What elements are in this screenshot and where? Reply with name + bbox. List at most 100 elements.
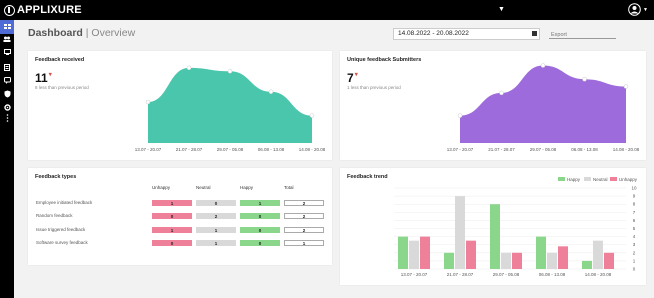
cell-unhappy: 1 — [152, 200, 192, 206]
bar — [604, 252, 614, 269]
x-tick-label: 29.07 - 05.08 — [530, 147, 557, 152]
x-tick-label: 14.08 - 20.08 — [585, 272, 612, 277]
cell-total: 2 — [284, 200, 324, 206]
col-header-happy: Happy — [240, 185, 254, 190]
chat-icon — [3, 76, 11, 84]
bar — [512, 252, 522, 269]
unique-submitters-card: Unique feedback Submitters 7▾ 1 less tha… — [340, 51, 646, 160]
date-range-picker[interactable]: 14.08.2022 - 20.08.2022 — [393, 28, 540, 40]
legend-swatch — [610, 177, 617, 181]
more-icon — [6, 114, 8, 122]
x-tick-label: 29.07 - 05.08 — [493, 272, 520, 277]
x-tick-label: 14.08 - 20.08 — [613, 147, 640, 152]
sidebar-item-reports[interactable] — [0, 60, 14, 74]
cell-unhappy: 0 — [152, 240, 192, 246]
page-title-main: Dashboard — [28, 27, 83, 39]
card-title: Feedback types — [35, 174, 77, 180]
users-icon — [3, 36, 11, 42]
sidebar-item-security[interactable] — [0, 87, 14, 101]
unique-submitters-chart: 13.07 - 20.07 21.07 - 28.07 29.07 - 05.08 0… — [447, 63, 640, 152]
bar — [558, 246, 568, 269]
row-label: Random feedback — [36, 213, 73, 218]
logo-text: APPLIXURE — [17, 4, 82, 16]
bar — [547, 252, 557, 269]
page-title: Dashboard | Overview — [28, 27, 135, 39]
top-bar: APPLIXURE ▼ ▼ — [0, 0, 654, 20]
cell-unhappy: 0 — [152, 213, 192, 219]
cell-total: 2 — [284, 227, 324, 233]
legend-label: Neutral — [593, 177, 608, 182]
cell-happy: 0 — [240, 240, 280, 246]
calendar-icon — [532, 31, 537, 36]
page-title-sub: | Overview — [85, 27, 136, 39]
y-tick-label: 6 — [633, 218, 636, 223]
y-tick-label: 2 — [633, 250, 636, 255]
data-point — [623, 84, 629, 89]
bar — [466, 240, 476, 269]
cell-total: 2 — [284, 213, 324, 219]
legend-label: Happy — [567, 177, 581, 182]
y-tick-label: 5 — [633, 226, 636, 231]
sidebar-more-button[interactable] — [0, 111, 14, 125]
x-tick-label: 21.07 - 28.07 — [176, 147, 203, 152]
bar — [398, 236, 408, 269]
x-tick-label: 21.07 - 28.07 — [447, 272, 474, 277]
x-tick-label: 29.07 - 05.08 — [217, 147, 244, 152]
legend-swatch — [584, 177, 591, 181]
col-header-total: Total — [284, 185, 294, 190]
data-point — [499, 90, 504, 96]
app-logo[interactable]: APPLIXURE — [4, 3, 82, 17]
y-tick-label: 4 — [633, 234, 636, 239]
monitor-icon — [3, 49, 11, 55]
export-select[interactable]: Export — [549, 31, 616, 39]
cell-neutral: 0 — [196, 200, 236, 206]
sidebar — [0, 20, 14, 298]
bar — [420, 236, 430, 269]
sidebar-item-devices[interactable] — [0, 45, 14, 59]
y-tick-label: 3 — [633, 242, 636, 247]
col-header-neutral: Neutral — [196, 185, 211, 190]
bar — [490, 204, 500, 269]
feedback-received-chart: 13.07 - 20.07 21.07 - 28.07 29.07 - 05.08 0… — [135, 65, 326, 152]
y-tick-label: 0 — [633, 267, 636, 272]
bar — [455, 196, 465, 269]
data-point — [186, 65, 192, 71]
dashboard-icon — [3, 24, 11, 29]
user-menu-button[interactable]: ▼ — [628, 2, 650, 18]
x-tick-label: 13.07 - 20.07 — [447, 147, 474, 152]
y-tick-label: 10 — [631, 186, 637, 191]
data-point — [268, 89, 274, 94]
chevron-down-icon[interactable]: ▼ — [498, 5, 505, 15]
x-tick-label: 13.07 - 20.07 — [401, 272, 428, 277]
row-label: Issue triggered feedback — [36, 227, 86, 232]
x-tick-label: 06.08 - 13.08 — [539, 272, 566, 277]
x-tick-label: 21.07 - 28.07 — [488, 147, 515, 152]
bar — [582, 260, 592, 269]
data-point — [582, 76, 587, 82]
bar — [444, 252, 454, 269]
legend-swatch — [558, 177, 565, 181]
bar — [536, 236, 546, 269]
area-fill — [460, 65, 626, 143]
x-tick-label: 06.08 - 13.08 — [571, 147, 598, 152]
col-header-unhappy: Unhappy — [152, 185, 171, 190]
data-point — [540, 63, 546, 68]
user-icon — [628, 3, 641, 16]
area-fill — [148, 67, 312, 143]
sidebar-item-users[interactable] — [0, 32, 14, 46]
data-point — [309, 113, 315, 118]
sidebar-item-feedback[interactable] — [0, 73, 14, 87]
date-range-value: 14.08.2022 - 20.08.2022 — [398, 30, 469, 37]
feedback-trend-chart: 0 1 2 3 4 5 6 7 8 9 10 13.07 - 20.07 21.07 - 28.07 29… — [394, 177, 638, 277]
cell-total: 1 — [284, 240, 324, 246]
data-point — [457, 113, 463, 118]
cell-neutral: 1 — [196, 227, 236, 233]
y-tick-label: 9 — [633, 194, 636, 199]
shield-icon — [4, 90, 10, 98]
data-point — [145, 99, 151, 105]
x-tick-label: 13.07 - 20.07 — [135, 147, 162, 152]
data-point — [227, 69, 233, 74]
feedback-trend-card: Feedback trend 0 1 2 3 4 5 6 7 8 9 10 13.07 - 20.07… — [340, 168, 646, 285]
y-tick-label: 8 — [633, 202, 636, 207]
cell-unhappy: 1 — [152, 227, 192, 233]
